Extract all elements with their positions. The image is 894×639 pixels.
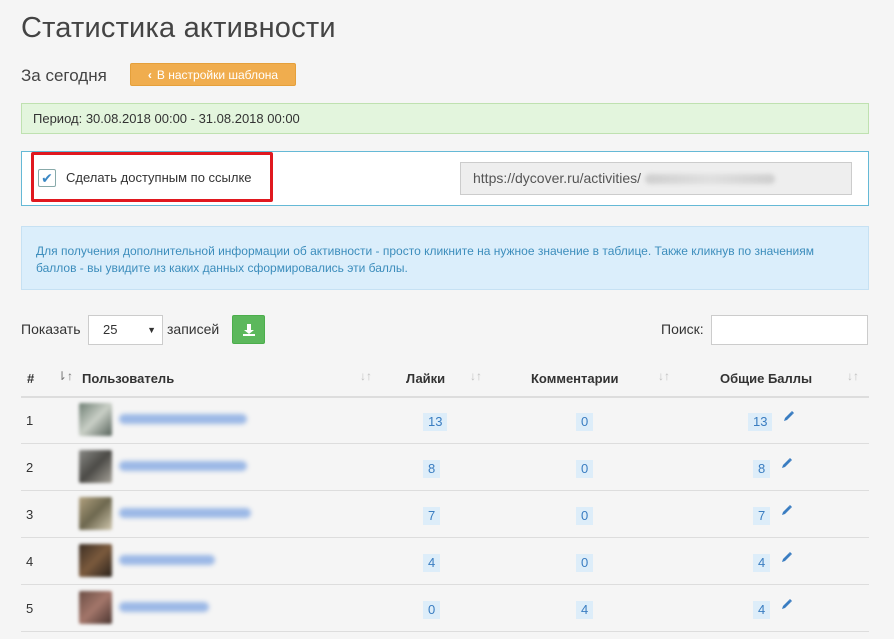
- avatar[interactable]: [79, 591, 112, 624]
- sort-icon: ↓↑: [847, 369, 859, 383]
- page-size-value: 25: [103, 322, 118, 337]
- table-row: 4 4 0 4: [21, 538, 869, 585]
- comments-badge[interactable]: 0: [576, 554, 594, 572]
- column-user[interactable]: Пользователь: [82, 371, 174, 386]
- sort-asc-icon: ⇂↑: [57, 369, 74, 383]
- avatar[interactable]: [79, 403, 112, 436]
- comments-badge[interactable]: 0: [576, 413, 594, 431]
- column-comments[interactable]: Комментарии: [531, 371, 619, 386]
- share-link-checkbox[interactable]: ✔: [38, 169, 56, 187]
- chevron-left-icon: ‹: [147, 68, 152, 82]
- username-redacted[interactable]: [119, 555, 215, 565]
- row-number: 4: [26, 554, 34, 569]
- checkmark-icon: ✔: [41, 170, 53, 186]
- likes-badge[interactable]: 4: [423, 554, 441, 572]
- search-input[interactable]: [711, 315, 868, 345]
- pencil-icon[interactable]: [781, 551, 793, 563]
- download-icon: [243, 324, 255, 336]
- table-row: 5 0 4 4: [21, 585, 869, 632]
- period-banner: Период: 30.08.2018 00:00 - 31.08.2018 00…: [21, 103, 869, 134]
- table-row: 1 13 0 13: [21, 397, 869, 444]
- score-badge[interactable]: 4: [753, 601, 771, 619]
- search-label: Поиск:: [661, 321, 704, 337]
- period-subtitle: За сегодня: [21, 66, 107, 85]
- avatar[interactable]: [79, 450, 112, 483]
- url-redacted: [645, 174, 776, 185]
- table-header: # ⇂↑ Пользователь ↓↑ Лайки ↓↑ Комментари…: [21, 362, 869, 398]
- avatar[interactable]: [79, 544, 112, 577]
- table-row: 2 8 0 8: [21, 444, 869, 491]
- comments-badge[interactable]: 4: [576, 601, 594, 619]
- avatar[interactable]: [79, 497, 112, 530]
- pencil-icon[interactable]: [781, 457, 793, 469]
- score-badge[interactable]: 8: [753, 460, 771, 478]
- info-alert: Для получения дополнительной информации …: [21, 226, 869, 290]
- likes-badge[interactable]: 13: [423, 413, 448, 431]
- likes-badge[interactable]: 7: [423, 507, 441, 525]
- sort-icon: ↓↑: [360, 369, 372, 383]
- page-title: Статистика активности: [21, 12, 336, 44]
- column-number[interactable]: #: [27, 371, 34, 386]
- username-redacted[interactable]: [119, 508, 251, 518]
- row-number: 1: [26, 413, 34, 428]
- download-button[interactable]: [232, 315, 265, 344]
- pencil-icon[interactable]: [781, 504, 793, 516]
- pencil-icon[interactable]: [781, 598, 793, 610]
- column-likes[interactable]: Лайки: [406, 371, 445, 386]
- page-size-select[interactable]: 25 ▼: [88, 315, 163, 345]
- row-number: 3: [26, 507, 34, 522]
- sort-icon: ↓↑: [470, 369, 482, 383]
- comments-badge[interactable]: 0: [576, 460, 594, 478]
- show-label: Показать: [21, 321, 81, 337]
- share-url-text: https://dycover.ru/activities/: [473, 170, 642, 186]
- share-url-field[interactable]: https://dycover.ru/activities/: [460, 162, 852, 195]
- template-settings-button[interactable]: ‹ В настройки шаблона: [130, 63, 296, 86]
- score-badge[interactable]: 4: [753, 554, 771, 572]
- username-redacted[interactable]: [119, 602, 209, 612]
- score-badge[interactable]: 13: [748, 413, 773, 431]
- username-redacted[interactable]: [119, 461, 247, 471]
- sort-icon: ↓↑: [658, 369, 670, 383]
- comments-badge[interactable]: 0: [576, 507, 594, 525]
- column-total-score[interactable]: Общие Баллы: [720, 371, 812, 386]
- pencil-icon[interactable]: [783, 410, 795, 422]
- likes-badge[interactable]: 8: [423, 460, 441, 478]
- template-settings-label: В настройки шаблона: [156, 68, 279, 82]
- row-number: 2: [26, 460, 34, 475]
- score-badge[interactable]: 7: [753, 507, 771, 525]
- table-row: 3 7 0 7: [21, 491, 869, 538]
- likes-badge[interactable]: 0: [423, 601, 441, 619]
- row-number: 5: [26, 601, 34, 616]
- share-link-label: Сделать доступным по ссылке: [66, 170, 252, 185]
- username-redacted[interactable]: [119, 414, 247, 424]
- caret-down-icon: ▼: [147, 325, 156, 335]
- entries-label: записей: [167, 321, 220, 337]
